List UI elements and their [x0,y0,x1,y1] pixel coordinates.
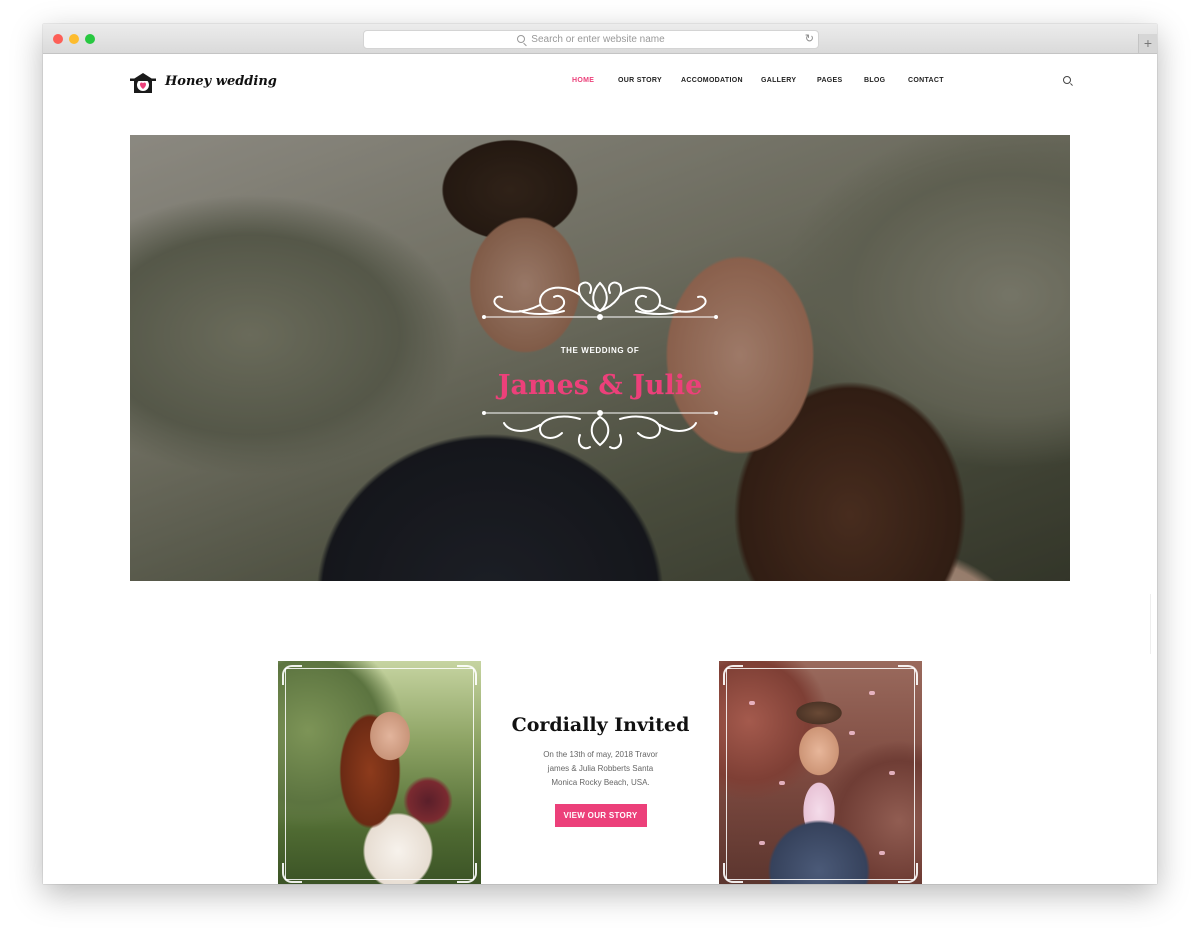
nav-item-home[interactable]: HOME [572,77,594,84]
nav-item-accomodation[interactable]: ACCOMODATION [681,77,743,84]
browser-window: Search or enter website name ↻ + Honey w… [43,24,1157,884]
frame-ornament-icon [282,665,302,685]
frame-ornament-icon [898,863,918,883]
groom-photo [719,661,922,884]
invitation-text: On the 13th of may, 2018 Travor james & … [543,750,658,787]
frame-ornament-icon [457,863,477,883]
hero-banner: THE WEDDING OF James & Julie [130,135,1070,581]
nav-item-gallery[interactable]: GALLERY [761,77,796,84]
frame-ornament-icon [898,665,918,685]
bottom-ornament-icon [482,410,718,450]
top-ornament-icon [482,281,718,320]
hero-subtitle: THE WEDDING OF [560,346,640,355]
search-icon [517,35,526,43]
view-our-story-button[interactable]: VIEW OUR STORY [554,804,647,827]
invitation-heading: Cordially Invited [511,714,690,736]
bride-photo [278,661,481,884]
browser-titlebar: Search or enter website name ↻ + [43,24,1157,54]
site-logo-text: Honey wedding [165,74,277,89]
address-bar[interactable]: Search or enter website name ↻ [363,30,819,49]
page-scrollbar[interactable] [1150,594,1157,654]
frame-ornament-icon [457,665,477,685]
frame-ornament-icon [723,665,743,685]
photo-frame [726,668,915,880]
close-window-button[interactable] [53,34,63,44]
hero-title: James & Julie [497,370,703,401]
frame-ornament-icon [723,863,743,883]
zoom-window-button[interactable] [85,34,95,44]
hero-caption: THE WEDDING OF James & Julie [480,275,720,465]
nav-item-blog[interactable]: BLOG [864,77,885,84]
search-icon[interactable] [1063,76,1071,84]
website: Honey wedding HOME OUR STORY ACCOMODATIO… [43,54,1157,884]
frame-ornament-icon [282,863,302,883]
heart-house-icon [130,73,156,93]
photo-frame [285,668,474,880]
invitation-block: Cordially Invited On the 13th of may, 20… [498,714,703,827]
minimize-window-button[interactable] [69,34,79,44]
new-tab-button[interactable]: + [1138,34,1157,53]
nav-item-our-story[interactable]: OUR STORY [618,77,662,84]
reload-icon[interactable]: ↻ [805,31,814,48]
address-bar-placeholder: Search or enter website name [531,34,665,45]
nav-item-pages[interactable]: PAGES [817,77,843,84]
nav-item-contact[interactable]: CONTACT [908,77,944,84]
